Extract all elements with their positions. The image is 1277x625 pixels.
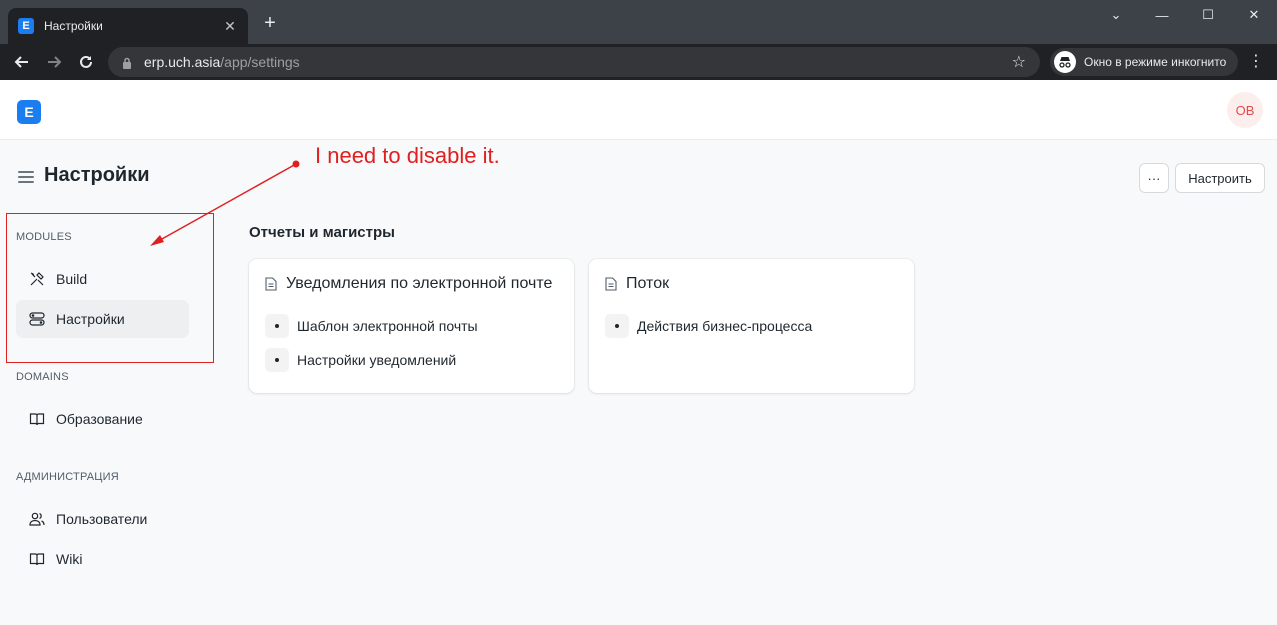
- card-link-label: Настройки уведомлений: [297, 352, 457, 368]
- browser-tabstrip: E Настройки ✕ + ⌄ — ☐ ✕: [0, 0, 1277, 44]
- annotation-text: I need to disable it.: [315, 143, 500, 168]
- bullet-icon: [265, 348, 289, 372]
- avatar[interactable]: OB: [1227, 92, 1263, 128]
- app-logo[interactable]: E: [17, 100, 41, 124]
- users-icon: [29, 512, 45, 526]
- sidebar-item-education[interactable]: Образование: [16, 400, 189, 438]
- sidebar-item-label: Образование: [56, 411, 143, 427]
- reload-icon[interactable]: [70, 46, 102, 78]
- incognito-badge[interactable]: Окно в режиме инкогнито: [1050, 48, 1238, 76]
- window-close-icon[interactable]: ✕: [1231, 0, 1277, 30]
- card-workflow: Поток Действия бизнес-процесса: [589, 259, 914, 393]
- tab-title: Настройки: [44, 19, 103, 33]
- bullet-icon: [265, 314, 289, 338]
- card-link-workflow-actions[interactable]: Действия бизнес-процесса: [605, 314, 812, 338]
- card-title[interactable]: Поток: [605, 275, 669, 293]
- lock-icon: [122, 56, 132, 69]
- url-host: erp.uch.asia: [144, 54, 221, 70]
- document-icon: [605, 277, 617, 291]
- book-icon: [29, 553, 45, 566]
- app-navbar: E OB: [0, 80, 1277, 140]
- sidebar-section-administration: АДМИНИСТРАЦИЯ: [16, 471, 119, 483]
- back-icon[interactable]: [6, 46, 38, 78]
- forward-icon[interactable]: [38, 46, 70, 78]
- bookmark-star-icon[interactable]: ☆: [1012, 52, 1026, 72]
- browser-toolbar: erp.uch.asia/app/settings ☆ Окно в режим…: [0, 44, 1277, 80]
- bullet-icon: [605, 314, 629, 338]
- tab-close-icon[interactable]: ✕: [222, 18, 238, 35]
- card-link-label: Действия бизнес-процесса: [637, 318, 813, 334]
- maximize-icon[interactable]: ☐: [1185, 0, 1231, 30]
- page-title: Настройки: [44, 164, 150, 186]
- more-actions-button[interactable]: ···: [1139, 163, 1169, 193]
- window-controls: ⌄ — ☐ ✕: [1093, 0, 1277, 30]
- tab-favicon-icon: E: [18, 18, 34, 34]
- section-heading: Отчеты и магистры: [249, 224, 395, 241]
- browser-menu-icon[interactable]: ⋮: [1246, 52, 1266, 72]
- address-bar[interactable]: erp.uch.asia/app/settings ☆: [108, 47, 1040, 77]
- document-icon: [265, 277, 277, 291]
- book-icon: [29, 413, 45, 426]
- minimize-icon[interactable]: —: [1139, 0, 1185, 30]
- new-tab-button[interactable]: +: [260, 13, 280, 33]
- card-link-notification-settings[interactable]: Настройки уведомлений: [265, 348, 456, 372]
- incognito-icon: [1054, 51, 1076, 73]
- url-path: /app/settings: [220, 54, 300, 70]
- tab-search-icon[interactable]: ⌄: [1093, 0, 1139, 30]
- browser-tab[interactable]: E Настройки ✕: [8, 8, 248, 44]
- customize-button[interactable]: Настроить: [1175, 163, 1265, 193]
- sidebar-item-users[interactable]: Пользователи: [16, 500, 189, 538]
- annotation-highlight-box: [6, 213, 214, 363]
- sidebar-item-label: Wiki: [56, 551, 83, 567]
- card-title-label: Уведомления по электронной почте: [286, 275, 553, 292]
- sidebar-item-wiki[interactable]: Wiki: [16, 540, 189, 578]
- card-email-notifications: Уведомления по электронной почте Шаблон …: [249, 259, 574, 393]
- card-title[interactable]: Уведомления по электронной почте: [265, 275, 552, 293]
- sidebar-section-domains: DOMAINS: [16, 371, 69, 383]
- card-link-email-template[interactable]: Шаблон электронной почты: [265, 314, 478, 338]
- incognito-label: Окно в режиме инкогнито: [1084, 55, 1227, 69]
- card-link-label: Шаблон электронной почты: [297, 318, 478, 334]
- sidebar-item-label: Пользователи: [56, 511, 148, 527]
- card-title-label: Поток: [626, 275, 670, 292]
- sidebar-toggle-icon[interactable]: [18, 171, 34, 183]
- url-text: erp.uch.asia/app/settings: [144, 54, 1012, 70]
